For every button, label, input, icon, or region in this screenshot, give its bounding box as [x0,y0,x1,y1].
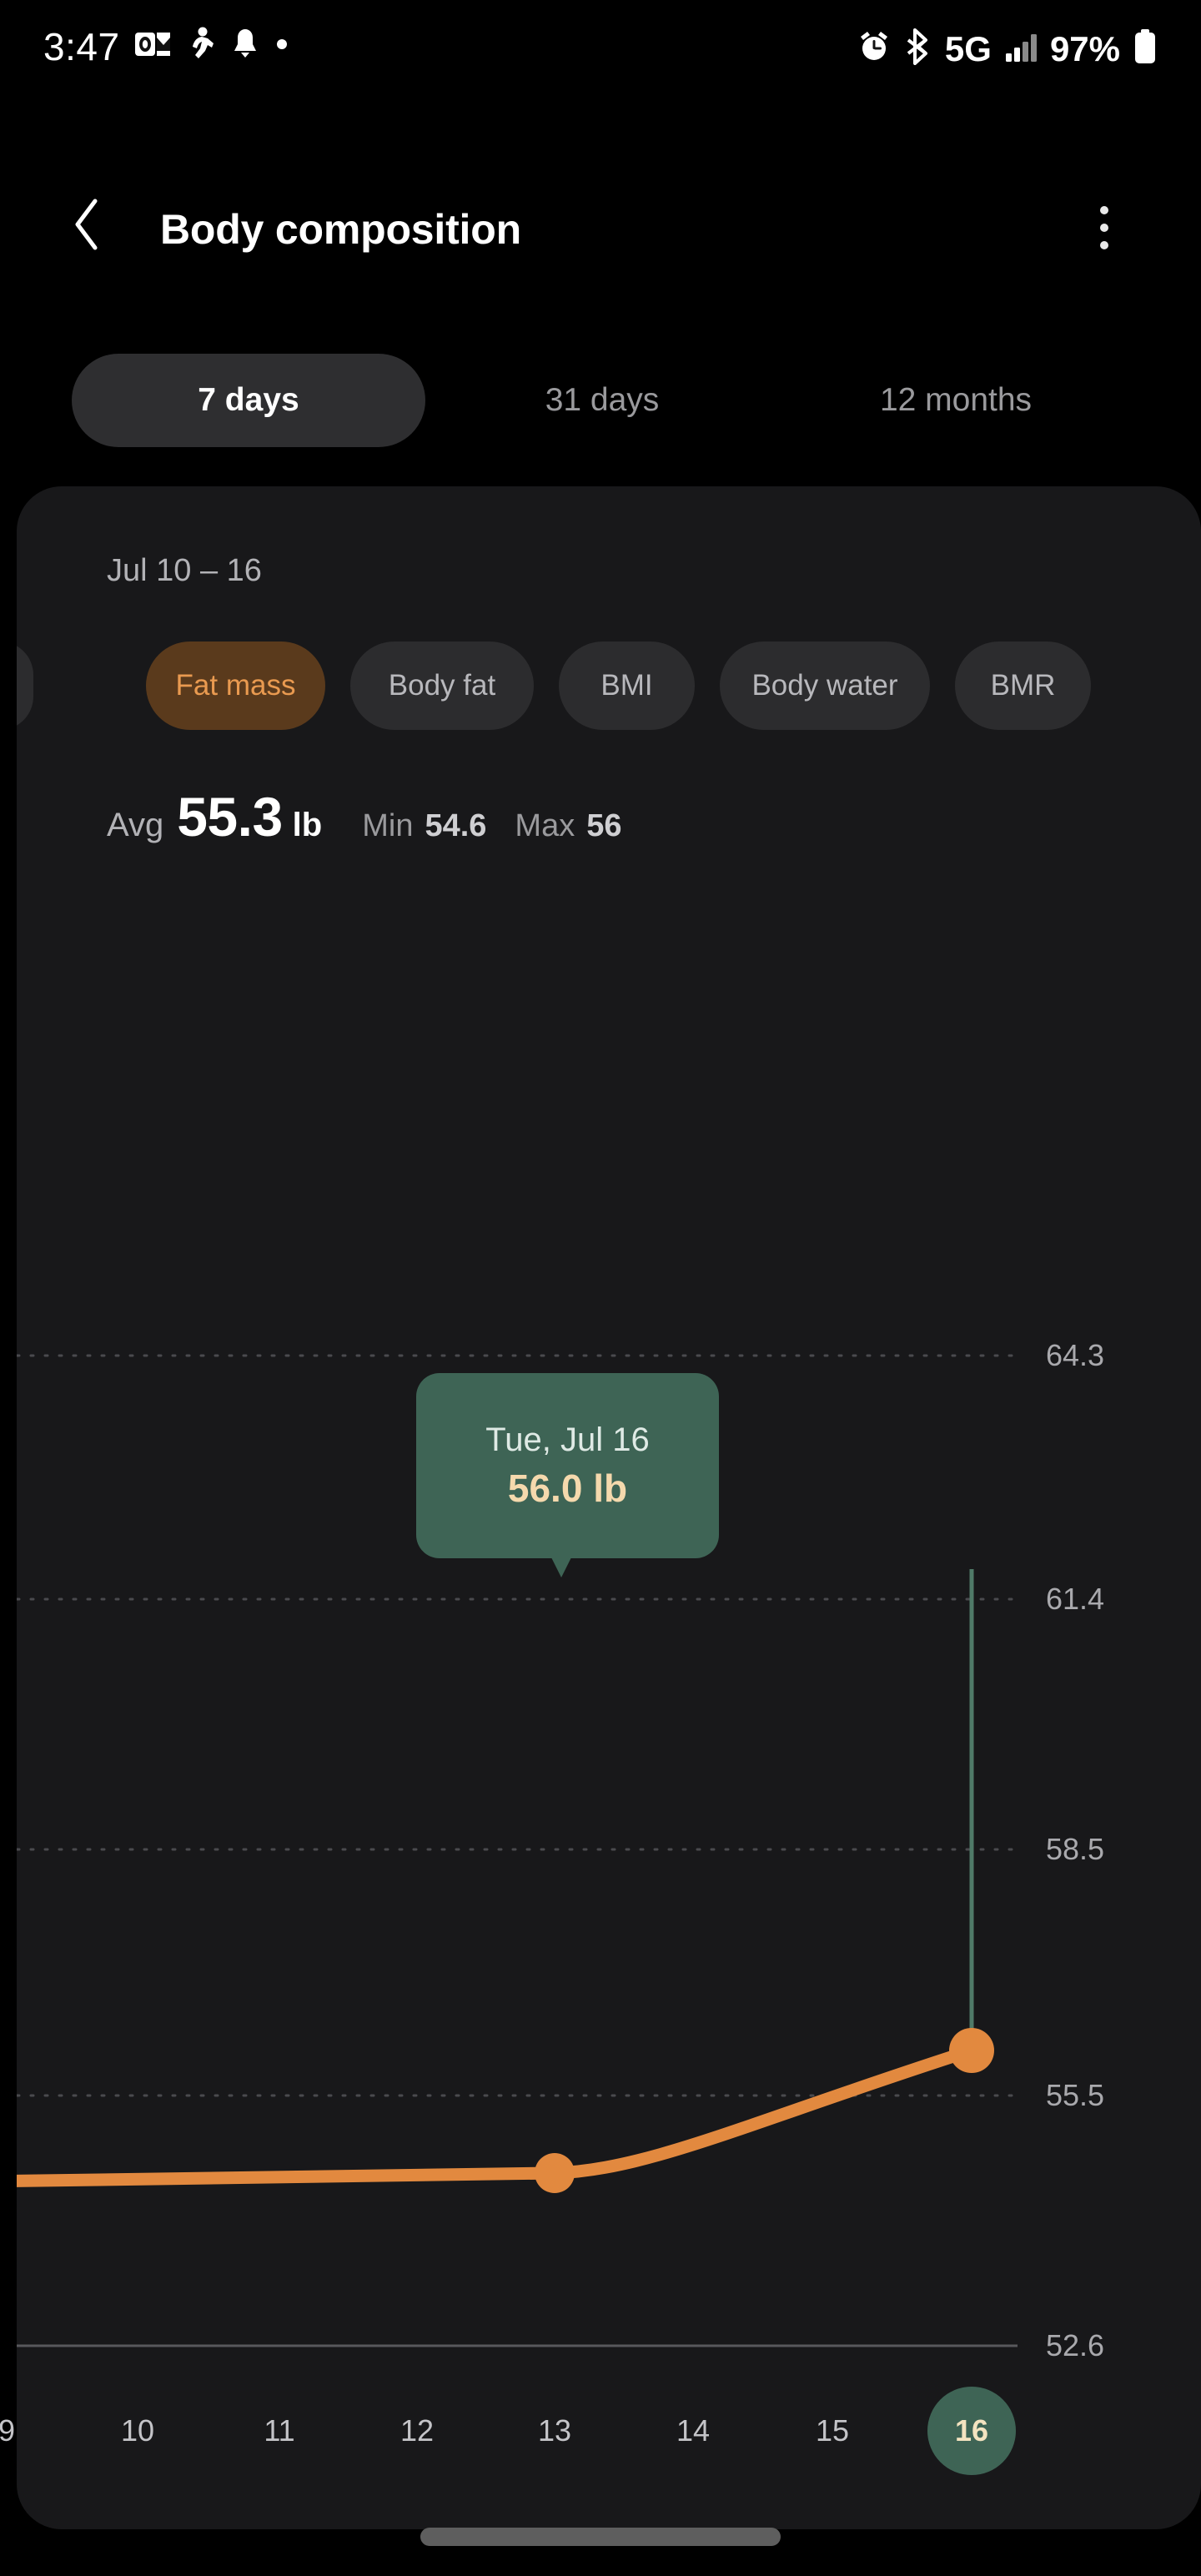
status-bar-clock: 3:47 [43,24,120,68]
y-axis-label-0: 64.3 [1046,1338,1105,1372]
tab-12-months-label: 12 months [879,382,1033,418]
chevron-left-icon [69,197,106,256]
phone-screen: 3:47 5G 97% Body composition 7 days 31 d… [0,0,1201,2576]
x-axis-label-12[interactable]: 12 [379,2382,455,2480]
y-axis-label-4: 52.6 [1046,2328,1105,2362]
kebab-dot-3 [1100,241,1108,249]
back-button[interactable] [52,190,123,262]
period-tabs: 7 days 31 days 12 months [0,354,1201,447]
status-bar-left: 3:47 [43,27,289,66]
x-axis-label-15[interactable]: 15 [795,2382,870,2480]
tab-31-days[interactable]: 31 days [425,354,779,447]
battery-percent-label: 97% [1049,28,1120,68]
bluetooth-icon [904,28,932,69]
status-bar: 3:47 5G 97% [0,0,1201,98]
alarm-icon [857,29,892,68]
x-axis-label-14[interactable]: 14 [656,2382,731,2480]
page-title: Body composition [160,206,521,253]
tab-7-days[interactable]: 7 days [72,354,425,447]
app-header: Body composition [0,165,1201,290]
tab-7-days-label: 7 days [198,382,299,418]
x-axis-label-11[interactable]: 11 [242,2382,317,2480]
kebab-dot-1 [1100,206,1108,214]
kebab-dot-2 [1100,224,1108,232]
x-axis-label-10[interactable]: 10 [100,2382,175,2480]
y-axis-label-1: 61.4 [1046,1582,1105,1616]
home-gesture-bar[interactable] [420,2528,781,2546]
tab-12-months[interactable]: 12 months [779,354,1133,447]
network-type-label: 5G [944,28,992,68]
battery-icon [1133,28,1158,69]
x-axis-label-13[interactable]: 13 [517,2382,592,2480]
running-person-icon [185,27,215,66]
dot-icon [275,38,289,55]
status-bar-right: 5G 97% [857,28,1158,69]
y-axis-label-3: 55.5 [1046,2078,1105,2112]
outlook-icon [134,29,170,63]
fat-mass-line-chart[interactable]: Tue, Jul 16 56.0 lb 64.3 61.4 58.5 55.5 … [17,486,1201,2529]
x-axis-label-9[interactable]: 9 [0,2382,44,2480]
signal-bars-icon [1004,30,1038,68]
x-axis-label-16[interactable]: 16 [934,2382,1009,2480]
y-axis-labels: 64.3 61.4 58.5 55.5 52.6 [17,486,1201,2529]
body-composition-card: Jul 10 – 16 Fat mass Body fat BMI Body w… [17,486,1201,2529]
tab-31-days-label: 31 days [545,382,660,418]
bell-icon [230,28,260,65]
y-axis-label-2: 58.5 [1046,1832,1105,1866]
x-axis-labels: 9 10 11 12 13 14 15 16 [0,2382,1201,2480]
more-vertical-icon[interactable] [1071,192,1138,264]
